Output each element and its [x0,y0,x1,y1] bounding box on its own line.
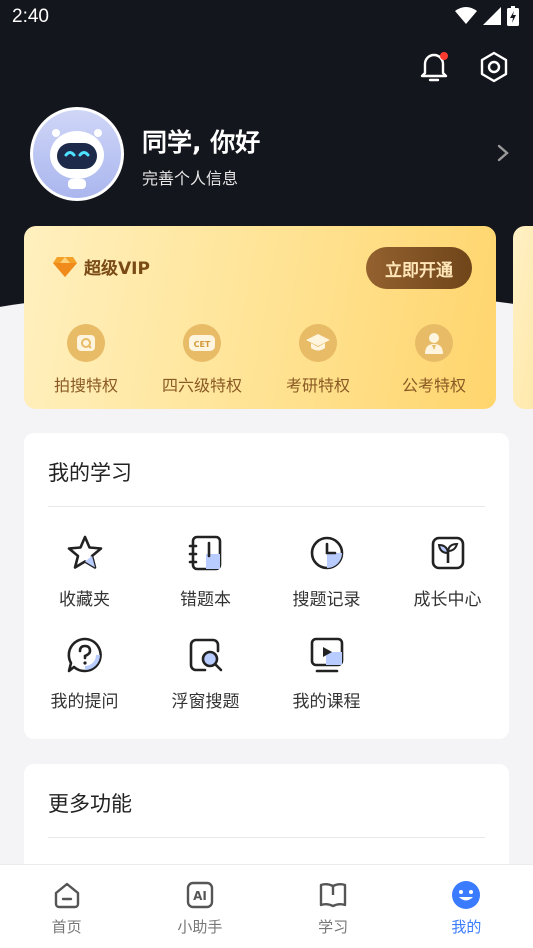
battery-icon [507,6,519,26]
nav-tab-assistant[interactable]: AI 小助手 [133,865,266,948]
nav-tab-label: 首页 [51,918,82,936]
chevron-right-icon[interactable] [496,143,510,163]
study-item-my-courses[interactable]: 我的课程 [266,635,387,713]
vip-title: 超级VIP [52,254,150,279]
study-item-label: 错题本 [180,590,231,610]
vip-privilege-photo-search[interactable]: 拍搜特权 [36,324,136,396]
vip-card[interactable]: 超级VIP 立即开通 拍搜特权 CET 四六级特权 考研特权 公考特权 [24,226,496,409]
notebook-icon [188,535,221,571]
gear-icon [480,51,508,83]
star-icon [67,535,102,569]
nav-tab-label: 小助手 [177,918,223,936]
vip-privilege-cet[interactable]: CET 四六级特权 [152,324,252,396]
my-study-card: 我的学习 收藏夹 错题本 搜题记录 成长中心 我的提问 浮窗搜题 我的课程 [24,433,509,739]
avatar[interactable] [30,107,124,201]
robot-avatar-icon [50,129,104,189]
notification-dot [440,52,448,60]
complete-profile-link[interactable]: 完善个人信息 [142,165,238,189]
graduation-cap-icon [306,334,330,351]
home-icon [54,882,79,909]
study-item-label: 我的提问 [50,692,119,712]
question-icon [67,637,102,673]
study-item-label: 收藏夹 [59,590,110,610]
divider [48,506,485,507]
signal-icon [483,7,501,25]
diamond-icon [53,256,77,277]
next-banner-card[interactable] [513,226,533,409]
vip-privilege-label: 公考特权 [401,376,466,395]
vip-activate-button[interactable]: 立即开通 [366,247,472,289]
nav-tab-home[interactable]: 首页 [0,865,133,948]
bottom-nav: 首页 AI 小助手 学习 我的 [0,864,533,948]
civil-servant-icon [425,333,443,354]
notifications-button[interactable] [417,50,451,84]
cet-icon: CET [189,335,215,351]
status-icons [455,6,519,26]
ai-badge-text: AI [193,889,207,903]
study-item-search-history[interactable]: 搜题记录 [266,533,387,611]
study-item-growth-center[interactable]: 成长中心 [387,533,508,611]
study-item-mistakes[interactable]: 错题本 [145,533,266,611]
floating-search-icon [189,638,222,672]
nav-tab-study[interactable]: 学习 [267,865,400,948]
header-actions [417,50,511,84]
status-bar: 2:40 [0,0,533,36]
nav-tab-label: 学习 [318,918,349,936]
study-item-favorites[interactable]: 收藏夹 [24,533,145,611]
book-icon [319,883,347,908]
wifi-icon [455,7,477,24]
nav-tab-mine[interactable]: 我的 [400,865,533,948]
vip-privilege-civil-exam[interactable]: 公考特权 [384,324,484,396]
study-grid: 收藏夹 错题本 搜题记录 成长中心 我的提问 浮窗搜题 我的课程 [24,533,509,713]
clock-icon [310,536,343,570]
profile-row[interactable]: 同学, 你好 完善个人信息 [30,107,510,202]
smiley-icon [452,881,481,909]
my-study-title: 我的学习 [48,461,132,485]
nav-tab-label: 我的 [451,918,482,936]
cet-badge-text: CET [194,340,211,349]
vip-title-text: 超级VIP [84,259,150,279]
greeting-title: 同学, 你好 [142,128,261,157]
vip-privilege-label: 考研特权 [285,376,350,395]
vip-privileges: 拍搜特权 CET 四六级特权 考研特权 公考特权 [36,324,484,396]
study-item-label: 搜题记录 [292,590,361,610]
study-item-label: 成长中心 [413,590,482,610]
sprout-icon [431,536,464,570]
camera-icon [77,335,95,351]
study-item-my-questions[interactable]: 我的提问 [24,635,145,713]
ai-icon: AI [186,881,214,909]
settings-button[interactable] [477,50,511,84]
divider [48,837,485,838]
vip-privilege-postgrad[interactable]: 考研特权 [268,324,368,396]
course-play-icon [310,637,343,673]
vip-privilege-label: 拍搜特权 [53,376,118,395]
study-item-label: 浮窗搜题 [171,692,240,712]
status-time: 2:40 [12,6,49,27]
more-functions-title: 更多功能 [48,792,132,816]
study-item-label: 我的课程 [292,692,361,712]
study-item-floating-search[interactable]: 浮窗搜题 [145,635,266,713]
vip-privilege-label: 四六级特权 [161,376,242,395]
